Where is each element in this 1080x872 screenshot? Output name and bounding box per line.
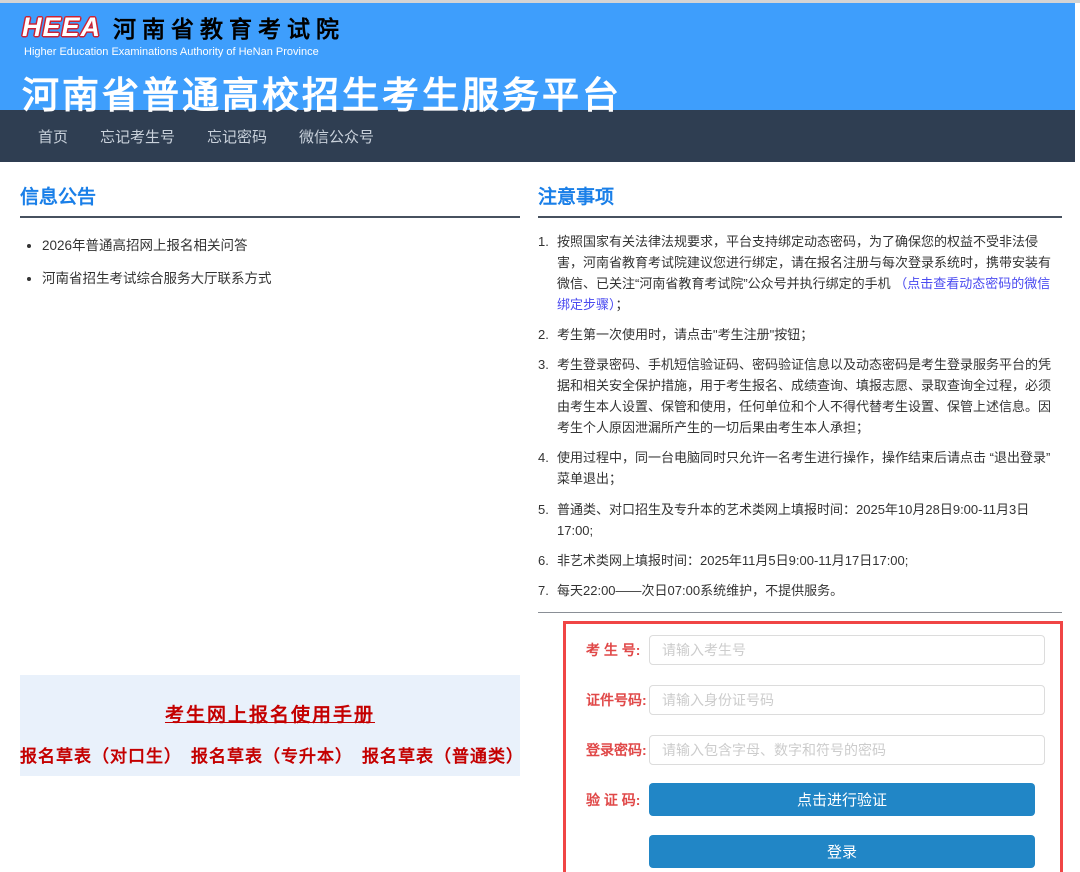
candidate-number-input[interactable] bbox=[649, 634, 1045, 665]
candidate-number-row: 考 生 号: bbox=[586, 634, 1047, 665]
announcements-heading: 信息公告 bbox=[20, 182, 520, 218]
notice-number: 1. bbox=[538, 234, 549, 249]
draft-form-link-general[interactable]: 报名草表（普通类） bbox=[362, 742, 523, 767]
notice-item: 1. 按照国家有关法律法规要求，平台支持绑定动态密码，为了确保您的权益不受非法侵… bbox=[538, 231, 1062, 315]
notices-heading: 注意事项 bbox=[538, 182, 1062, 218]
page: HEEA 河南省教育考试院 Higher Education Examinati… bbox=[0, 3, 1075, 872]
draft-form-link-vocational[interactable]: 报名草表（对口生） bbox=[20, 742, 181, 767]
notices-panel: 注意事项 1. 按照国家有关法律法规要求，平台支持绑定动态密码，为了确保您的权益… bbox=[538, 182, 1063, 872]
notice-number: 4. bbox=[538, 450, 549, 466]
id-number-row: 证件号码: bbox=[586, 684, 1047, 715]
id-number-input[interactable] bbox=[649, 684, 1045, 715]
draft-form-links: 报名草表（对口生） 报名草表（专升本） 报名草表（普通类） bbox=[20, 742, 523, 767]
login-form: 考 生 号: 证件号码: 登录密码: 验 证 码: 点击进行验证 登录 bbox=[563, 620, 1063, 872]
nav-item-home[interactable]: 首页 bbox=[38, 126, 68, 147]
notice-text-segment: ； bbox=[615, 297, 629, 313]
org-name: 河南省教育考试院 bbox=[113, 16, 346, 42]
notice-number: 5. bbox=[538, 501, 549, 517]
notice-item: 4. 使用过程中，同一台电脑同时只允许一名考生进行操作，操作结束后请点击 “退出… bbox=[538, 447, 1062, 489]
notice-item: 6. 非艺术类网上填报时间：2025年11月5日9:00-11月17日17:00… bbox=[538, 550, 1062, 571]
heea-logo: HEEA bbox=[22, 11, 102, 42]
notice-number: 6. bbox=[538, 552, 549, 568]
notice-item: 7. 每天22:00——次日07:00系统维护，不提供服务。 bbox=[538, 580, 1062, 601]
notices-list: 1. 按照国家有关法律法规要求，平台支持绑定动态密码，为了确保您的权益不受非法侵… bbox=[538, 231, 1062, 601]
notice-number: 3. bbox=[538, 357, 549, 373]
notice-text: 考生登录密码、手机短信验证码、密码验证信息以及动态密码是考生登录服务平台的凭据和… bbox=[557, 357, 1052, 436]
password-input[interactable] bbox=[649, 734, 1045, 765]
divider bbox=[538, 611, 1062, 613]
notice-number: 2. bbox=[538, 327, 549, 343]
notice-number: 7. bbox=[538, 582, 549, 598]
nav-item-forgot-candidate-number[interactable]: 忘记考生号 bbox=[100, 126, 175, 147]
captcha-verify-button[interactable]: 点击进行验证 bbox=[649, 783, 1035, 817]
notice-text: 每天22:00——次日07:00系统维护，不提供服务。 bbox=[557, 582, 844, 598]
announcements-panel: 信息公告 2026年普通高招网上报名相关问答 河南省招生考试综合服务大厅联系方式… bbox=[20, 182, 523, 872]
nav-item-wechat-official-account[interactable]: 微信公众号 bbox=[299, 126, 374, 147]
org-name-english: Higher Education Examinations Authority … bbox=[24, 46, 319, 58]
password-row: 登录密码: bbox=[586, 734, 1047, 765]
announcement-link[interactable]: 2026年普通高招网上报名相关问答 bbox=[42, 234, 520, 254]
announcement-link[interactable]: 河南省招生考试综合服务大厅联系方式 bbox=[42, 267, 520, 287]
candidate-number-label: 考 生 号: bbox=[586, 641, 641, 658]
site-header: HEEA 河南省教育考试院 Higher Education Examinati… bbox=[0, 3, 1075, 116]
notice-text: 考生第一次使用时，请点击"考生注册"按钮； bbox=[557, 327, 814, 343]
captcha-row: 验 证 码: 点击进行验证 bbox=[586, 783, 1047, 817]
notice-item: 5. 普通类、对口招生及专升本的艺术类网上填报时间：2025年10月28日9:0… bbox=[538, 499, 1062, 541]
notice-text: 使用过程中，同一台电脑同时只允许一名考生进行操作，操作结束后请点击 “退出登录”… bbox=[557, 450, 1051, 487]
notice-item: 2. 考生第一次使用时，请点击"考生注册"按钮； bbox=[538, 324, 1062, 345]
main-content: 信息公告 2026年普通高招网上报名相关问答 河南省招生考试综合服务大厅联系方式… bbox=[0, 162, 1075, 872]
manual-box: 考生网上报名使用手册 报名草表（对口生） 报名草表（专升本） 报名草表（普通类） bbox=[20, 675, 523, 776]
id-number-label: 证件号码: bbox=[586, 691, 647, 708]
manual-title-link[interactable]: 考生网上报名使用手册 bbox=[20, 700, 520, 727]
draft-form-link-upgrade[interactable]: 报名草表（专升本） bbox=[191, 742, 352, 767]
notice-item: 3. 考生登录密码、手机短信验证码、密码验证信息以及动态密码是考生登录服务平台的… bbox=[538, 354, 1062, 438]
login-row: 登录 bbox=[649, 834, 1047, 868]
login-button[interactable]: 登录 bbox=[649, 834, 1035, 868]
password-label: 登录密码: bbox=[586, 741, 647, 758]
announcements-list: 2026年普通高招网上报名相关问答 河南省招生考试综合服务大厅联系方式 bbox=[42, 234, 520, 287]
nav-item-forgot-password[interactable]: 忘记密码 bbox=[207, 126, 267, 147]
notice-text: 按照国家有关法律法规要求，平台支持绑定动态密码，为了确保您的权益不受非法侵害，河… bbox=[557, 231, 1062, 315]
notice-text: 非艺术类网上填报时间：2025年11月5日9:00-11月17日17:00; bbox=[557, 552, 909, 568]
captcha-label: 验 证 码: bbox=[586, 791, 641, 808]
notice-text: 普通类、对口招生及专升本的艺术类网上填报时间：2025年10月28日9:00-1… bbox=[557, 501, 1030, 538]
